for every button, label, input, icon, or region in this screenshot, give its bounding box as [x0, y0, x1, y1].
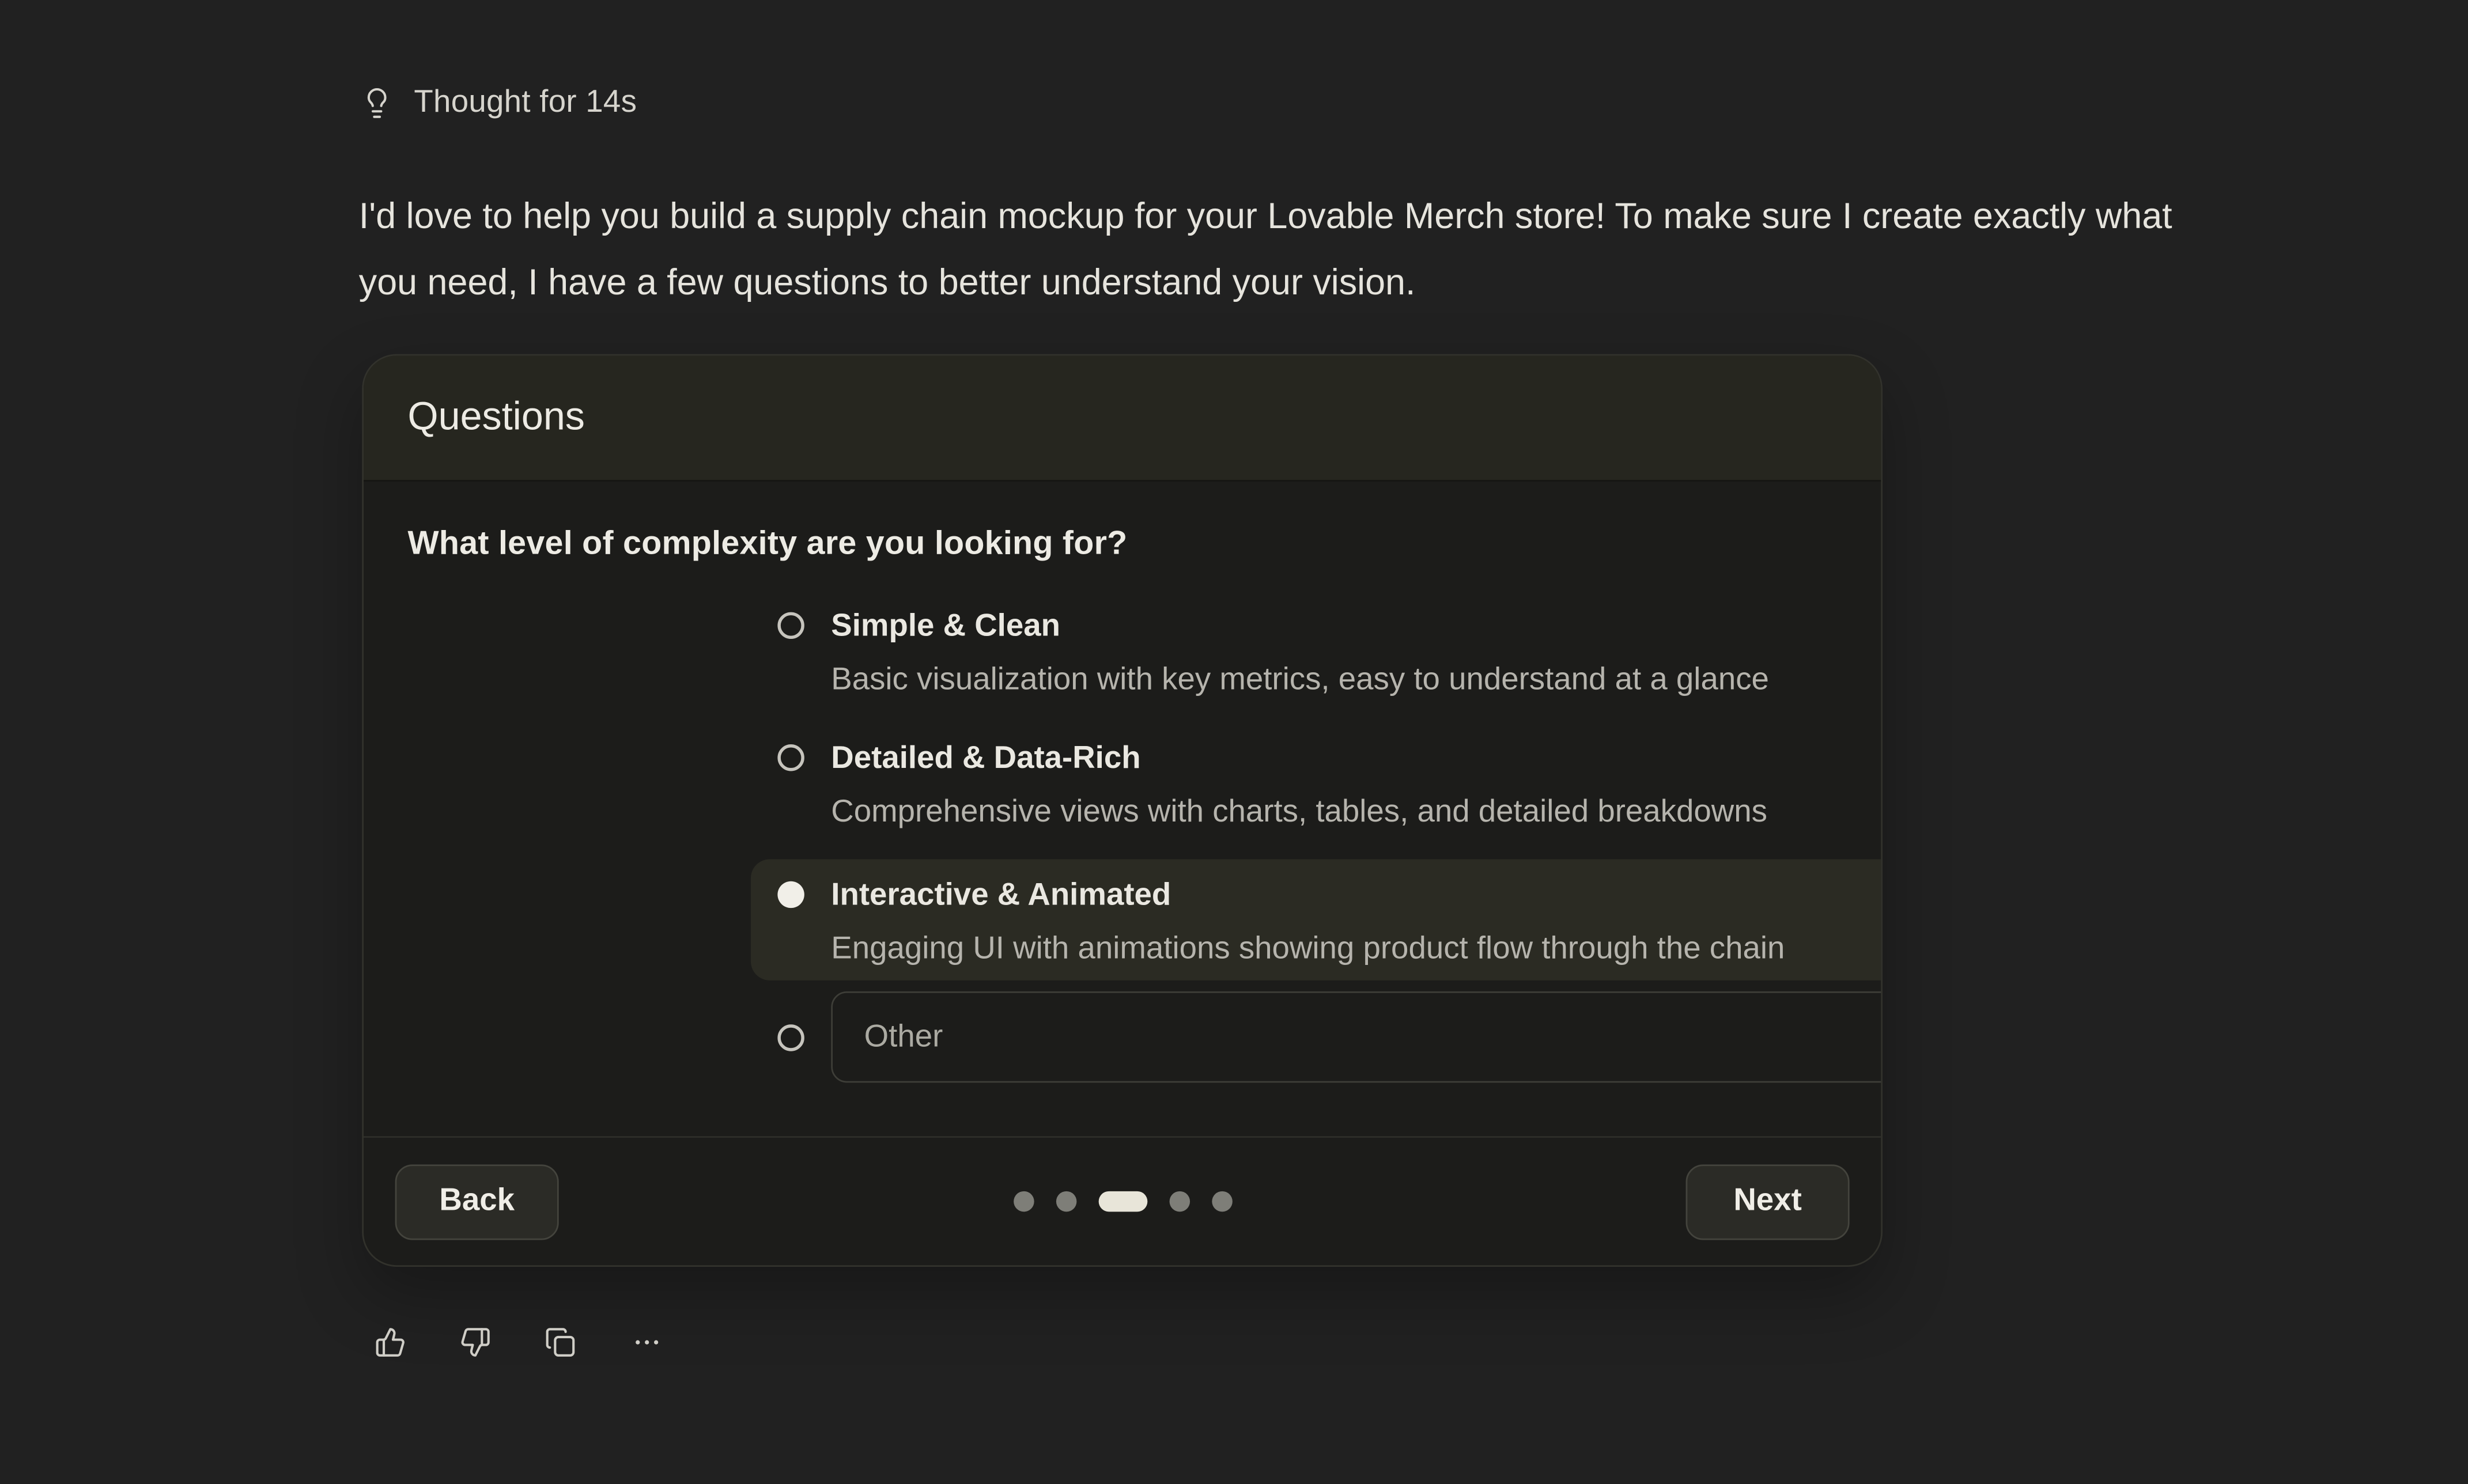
pagination-dot: [1013, 1191, 1034, 1212]
card-footer: Back Next: [364, 1136, 1881, 1265]
message-actions: [375, 1327, 664, 1358]
questions-card: Questions What level of complexity are y…: [362, 354, 1883, 1267]
pagination-dot: [1211, 1191, 1232, 1212]
radio-unselected-icon[interactable]: [777, 744, 804, 771]
other-option-input[interactable]: [831, 991, 1883, 1082]
back-button[interactable]: Back: [395, 1164, 559, 1239]
lightbulb-icon: [361, 86, 394, 119]
pagination-dot: [1169, 1191, 1189, 1212]
pagination-dot-active: [1098, 1191, 1147, 1212]
radio-unselected-icon[interactable]: [777, 612, 804, 639]
option-description: Comprehensive views with charts, tables,…: [831, 785, 1767, 839]
option-other[interactable]: [751, 991, 1883, 1082]
option-interactive-animated-selected[interactable]: Interactive & Animated Engaging UI with …: [751, 859, 1883, 980]
option-detailed-data-rich[interactable]: Detailed & Data-Rich Comprehensive views…: [751, 732, 1883, 839]
option-description: Basic visualization with key metrics, ea…: [831, 653, 1769, 707]
thought-summary[interactable]: Thought for 14s: [361, 85, 637, 122]
copy-icon[interactable]: [545, 1327, 576, 1358]
radio-unselected-icon[interactable]: [777, 1024, 804, 1050]
pagination-dots: [1013, 1191, 1232, 1212]
thumbs-down-icon[interactable]: [460, 1327, 492, 1358]
option-description: Engaging UI with animations showing prod…: [831, 922, 1785, 976]
question-text: What level of complexity are you looking…: [407, 525, 1127, 563]
thought-label: Thought for 14s: [414, 85, 637, 122]
questions-card-header: Questions: [364, 355, 1881, 482]
pagination-dot: [1056, 1191, 1076, 1212]
card-title: Questions: [407, 395, 584, 441]
option-label: Interactive & Animated: [831, 869, 1785, 922]
chat-message-region: Thought for 14s I'd love to help you bui…: [0, 0, 2468, 1484]
thumbs-up-icon[interactable]: [375, 1327, 406, 1358]
next-button[interactable]: Next: [1686, 1164, 1850, 1239]
option-simple-clean[interactable]: Simple & Clean Basic visualization with …: [751, 600, 1883, 707]
radio-selected-icon[interactable]: [777, 881, 804, 908]
more-options-icon[interactable]: [630, 1327, 664, 1358]
option-label: Simple & Clean: [831, 600, 1769, 653]
option-label: Detailed & Data-Rich: [831, 732, 1767, 785]
assistant-message-text: I'd love to help you build a supply chai…: [359, 183, 2198, 315]
